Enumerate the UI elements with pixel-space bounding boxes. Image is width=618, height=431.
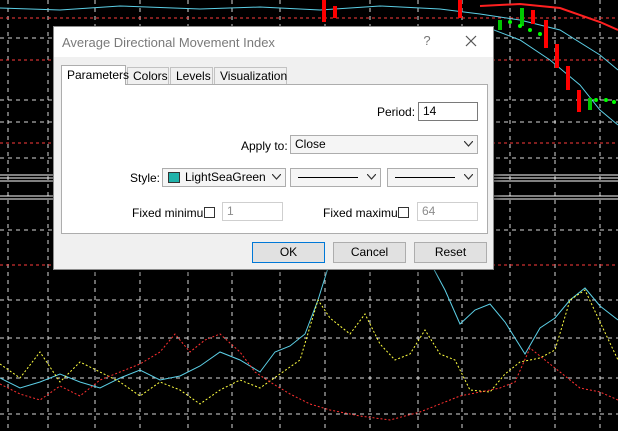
line-width-sample [395,177,455,178]
minus-di-line [0,333,618,421]
period-input[interactable]: 14 [418,102,478,121]
fixed-minimum-checkbox[interactable] [204,207,215,218]
fixed-maximum-input[interactable]: 64 [417,202,478,221]
chevron-down-icon [464,174,473,180]
tab-visualization[interactable]: Visualization [214,67,287,84]
fixed-minimum-input[interactable]: 1 [222,202,283,221]
apply-to-label: Apply to: [241,139,288,153]
apply-to-value: Close [295,137,326,151]
color-value: LightSeaGreen [185,170,266,184]
chevron-down-icon [464,141,473,147]
dialog-titlebar[interactable]: Average Directional Movement Index ? [54,27,493,57]
line-style-sample [298,177,358,178]
tab-levels[interactable]: Levels [170,67,213,84]
tab-parameters[interactable]: Parameters [61,65,129,85]
fixed-minimum-label: Fixed minimum [132,206,214,220]
help-icon[interactable]: ? [420,33,434,49]
parameters-panel: Period: 14 Apply to: Close Style: LightS… [61,84,488,234]
apply-to-select[interactable]: Close [290,135,478,154]
chevron-down-icon [272,174,281,180]
close-icon[interactable] [463,33,479,49]
color-select[interactable]: LightSeaGreen [162,168,286,187]
plus-di-line [0,289,618,405]
indicator-properties-dialog: Average Directional Movement Index ? Par… [53,26,494,270]
dialog-title: Average Directional Movement Index [62,35,275,50]
ok-button[interactable]: OK [252,242,325,263]
style-label: Style: [130,171,161,185]
reset-button[interactable]: Reset [414,242,487,263]
tab-colors[interactable]: Colors [127,67,169,84]
fixed-maximum-checkbox[interactable] [398,207,409,218]
chevron-down-icon [367,174,376,180]
line-width-select[interactable] [387,168,478,187]
color-swatch [168,172,180,183]
period-label: Period: [377,105,416,119]
fixed-maximum-label: Fixed maximum [323,206,408,220]
line-style-select[interactable] [290,168,381,187]
cancel-button[interactable]: Cancel [333,242,406,263]
